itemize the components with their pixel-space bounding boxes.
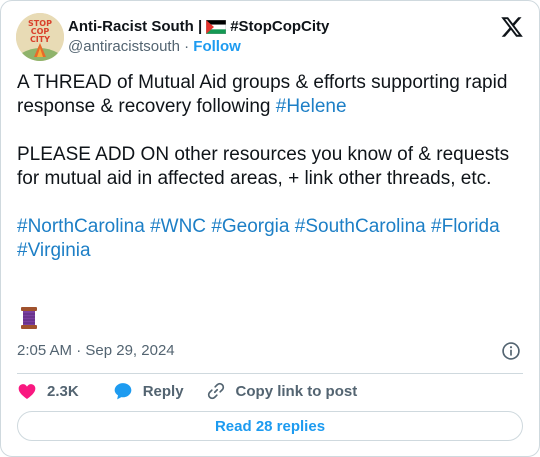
handle-row: @antiracistsouth · Follow xyxy=(68,37,329,57)
tweet-actions: 2.3K Reply Copy link to post xyxy=(17,381,377,401)
hashtag-georgia[interactable]: #Georgia xyxy=(211,216,289,237)
tweet-time: 2:05 AM xyxy=(17,342,73,359)
tweet-timestamp[interactable]: 2:05 AM · Sep 29, 2024 xyxy=(17,341,175,361)
display-name-row[interactable]: Anti-Racist South | #StopCopCity xyxy=(68,17,329,37)
like-button[interactable]: 2.3K xyxy=(17,381,79,401)
divider xyxy=(17,373,523,374)
display-name-suffix: #StopCopCity xyxy=(230,18,330,35)
reply-bubble-icon xyxy=(114,383,132,400)
x-logo-icon[interactable] xyxy=(500,15,524,39)
author-names: Anti-Racist South | #StopCopCity @antira… xyxy=(68,17,329,57)
tweet-paragraph-1: A THREAD of Mutual Aid groups & efforts … xyxy=(17,71,527,119)
hashtag-florida[interactable]: #Florida xyxy=(431,216,500,237)
tweet-date: Sep 29, 2024 xyxy=(85,342,175,359)
avatar[interactable]: STOP COP CITY xyxy=(16,13,64,61)
copy-link-button[interactable]: Copy link to post xyxy=(206,381,358,401)
reply-button[interactable]: Reply xyxy=(113,381,184,401)
hashtag-virginia[interactable]: #Virginia xyxy=(17,240,91,261)
tweet-hashtags: #NorthCarolina #WNC #Georgia #SouthCarol… xyxy=(17,215,527,263)
hashtag-helene[interactable]: #Helene xyxy=(276,96,347,117)
tweet-card: STOP COP CITY Anti-Racist South | #StopC… xyxy=(0,0,540,457)
hashtag-northcarolina[interactable]: #NorthCarolina xyxy=(17,216,145,237)
thread-spool-icon xyxy=(21,307,37,329)
read-replies-label: Read 28 replies xyxy=(214,417,326,435)
tweet-text: A THREAD of Mutual Aid groups & efforts … xyxy=(17,71,527,287)
like-count: 2.3K xyxy=(47,382,79,400)
link-icon xyxy=(207,382,224,400)
hashtag-southcarolina[interactable]: #SouthCarolina xyxy=(295,216,426,237)
heart-icon xyxy=(18,384,36,399)
svg-text:CITY: CITY xyxy=(30,35,50,44)
follow-button[interactable]: Follow xyxy=(193,38,241,55)
display-name: Anti-Racist South | xyxy=(68,18,203,35)
palestine-flag-icon xyxy=(206,20,227,34)
read-replies-button[interactable]: Read 28 replies xyxy=(17,411,523,441)
tweet-paragraph-1-text: A THREAD of Mutual Aid groups & efforts … xyxy=(17,72,508,117)
timestamp-separator: · xyxy=(76,342,82,359)
tweet-paragraph-2: PLEASE ADD ON other resources you know o… xyxy=(17,144,510,189)
hashtag-wnc[interactable]: #WNC xyxy=(150,216,206,237)
handle[interactable]: @antiracistsouth xyxy=(68,38,180,55)
tweet-header: STOP COP CITY Anti-Racist South | #StopC… xyxy=(16,13,524,61)
info-icon[interactable] xyxy=(501,341,521,361)
handle-separator: · xyxy=(184,38,190,55)
reply-label: Reply xyxy=(142,382,184,400)
stop-cop-city-avatar-icon: STOP COP CITY xyxy=(16,13,64,61)
copy-link-label: Copy link to post xyxy=(235,382,358,400)
